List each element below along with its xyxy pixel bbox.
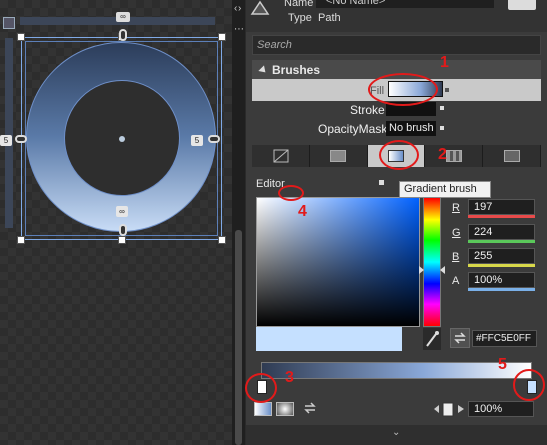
b-label: B: [452, 251, 460, 263]
saturation-value-picker[interactable]: [256, 197, 420, 327]
annotation-circle-5: [513, 369, 545, 401]
left-margin-chain-icon[interactable]: [15, 135, 27, 143]
vertical-ruler: [5, 38, 13, 228]
tab-brush-resources[interactable]: [483, 145, 541, 167]
bottom-dimension-label: ∞: [116, 206, 128, 217]
center-point[interactable]: [119, 136, 125, 142]
expand-right-icon[interactable]: ›: [238, 3, 241, 14]
stroke-advanced-options-icon[interactable]: [440, 106, 444, 110]
resize-handle-bottom-left[interactable]: [17, 236, 25, 244]
opacitymask-swatch[interactable]: No brush: [386, 121, 436, 136]
panel-splitter-scrollbar[interactable]: ‹ › ⋯: [232, 0, 245, 445]
right-dimension-label: 5: [191, 135, 203, 146]
splitter-grip-icon[interactable]: ⋯: [234, 24, 244, 35]
annotation-circle-4: [278, 185, 304, 201]
brush-resources-icon: [503, 150, 520, 162]
annotation-number-1: 1: [440, 54, 449, 71]
opacitymask-label: OpacityMask: [318, 122, 388, 136]
path-object-icon: [250, 0, 270, 15]
r-label: R: [452, 202, 460, 214]
color-mode-button[interactable]: [450, 328, 470, 348]
annotation-circle-3: [245, 373, 277, 403]
hex-color-input[interactable]: #FFC5E0FF: [472, 330, 537, 347]
a-channel-bar: [468, 288, 535, 291]
artboard[interactable]: ∞ 5 5 ∞: [0, 0, 232, 445]
property-search-input[interactable]: Search: [252, 35, 541, 55]
tab-tile-brush[interactable]: [425, 145, 484, 167]
color-preview: [256, 327, 402, 351]
eyedropper-button[interactable]: [423, 328, 441, 350]
events-button[interactable]: [508, 0, 536, 10]
collapse-triangle-icon: [258, 65, 269, 76]
gradient-brush-tooltip: Gradient brush: [399, 181, 491, 198]
expand-more-icon[interactable]: ⌄: [392, 427, 400, 438]
no-brush-icon: [273, 149, 289, 163]
name-input[interactable]: <No Name>: [316, 0, 494, 8]
eyedropper-icon: [426, 331, 439, 347]
gradient-stop-offset-icon: [434, 402, 464, 417]
fill-advanced-options-icon[interactable]: [445, 88, 449, 92]
solid-brush-icon: [330, 150, 347, 162]
type-label: Type: [288, 12, 312, 24]
hue-slider[interactable]: [423, 197, 441, 327]
stroke-label: Stroke: [350, 103, 385, 117]
resize-handle-top-right[interactable]: [218, 33, 226, 41]
annotation-number-3: 3: [285, 369, 294, 386]
resize-handle-bottom[interactable]: [118, 236, 126, 244]
resize-handle-bottom-right[interactable]: [218, 236, 226, 244]
a-input[interactable]: 100%: [468, 272, 535, 288]
editor-options-icon[interactable]: [379, 180, 384, 185]
collapse-left-icon[interactable]: ‹: [234, 3, 237, 14]
linear-gradient-button[interactable]: [254, 402, 272, 416]
reverse-gradient-icon[interactable]: [302, 400, 318, 416]
r-input[interactable]: 197: [468, 199, 535, 215]
swap-icon: [454, 332, 466, 344]
hue-slider-marker[interactable]: [419, 266, 445, 274]
annotation-number-5: 5: [498, 356, 507, 373]
annotation-number-2: 2: [438, 146, 447, 163]
tab-no-brush[interactable]: [252, 145, 310, 167]
gradient-bar[interactable]: [261, 362, 532, 379]
annotation-number-4: 4: [298, 203, 307, 220]
name-label: Name: [284, 0, 314, 9]
b-input[interactable]: 255: [468, 248, 535, 264]
a-label: A: [452, 275, 460, 287]
r-channel-bar: [468, 215, 535, 218]
scrollbar-thumb[interactable]: [235, 230, 242, 445]
radial-gradient-button[interactable]: [276, 402, 294, 416]
g-label: G: [452, 227, 461, 239]
resize-handle-top-left[interactable]: [17, 33, 25, 41]
type-value: Path: [318, 12, 341, 24]
g-input[interactable]: 224: [468, 224, 535, 240]
g-channel-bar: [468, 240, 535, 243]
tile-brush-icon: [445, 150, 462, 162]
artboard-icon[interactable]: [3, 17, 15, 29]
bottom-margin-chain-icon[interactable]: [119, 224, 127, 236]
gradient-stop-offset-input[interactable]: 100%: [468, 401, 534, 417]
tab-solid-color-brush[interactable]: [310, 145, 368, 167]
b-channel-bar: [468, 264, 535, 267]
brushes-title: Brushes: [272, 63, 321, 77]
top-dimension-label: ∞: [116, 12, 130, 22]
annotation-circle-2: [379, 140, 419, 170]
object-info: Name <No Name> Type Path: [246, 0, 547, 32]
left-dimension-label: 5: [0, 135, 12, 146]
annotation-circle-1: [368, 73, 438, 106]
opacitymask-advanced-options-icon[interactable]: [440, 126, 444, 130]
top-margin-chain-icon[interactable]: [119, 29, 127, 41]
right-margin-chain-icon[interactable]: [208, 135, 220, 143]
